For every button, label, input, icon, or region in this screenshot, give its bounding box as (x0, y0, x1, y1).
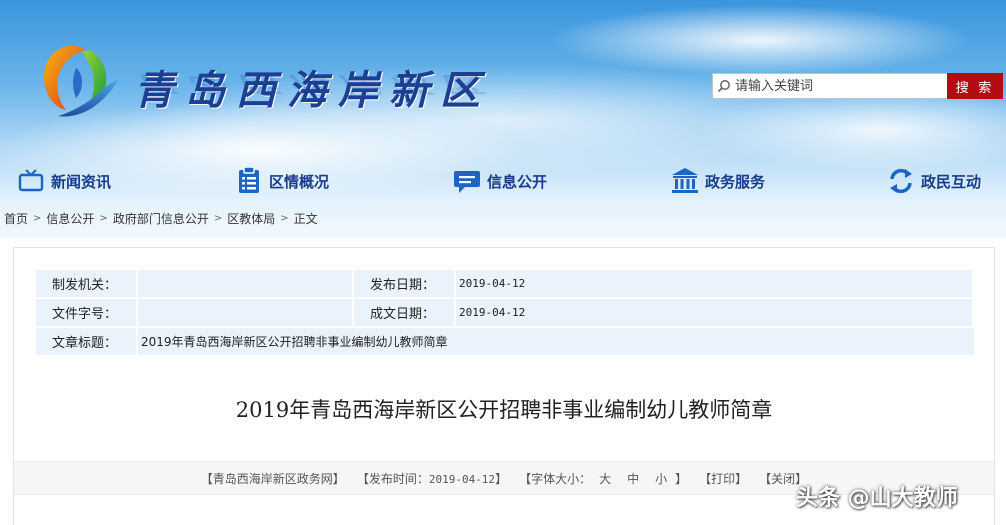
header-banner: 青岛西海岸新区 青岛西海岸新区 搜 索 (0, 0, 1006, 238)
chat-bubble-icon (453, 167, 481, 195)
breadcrumb-separator: > (33, 212, 42, 224)
breadcrumb-current: 正文 (293, 211, 318, 226)
doc-number-label: 文件字号： (36, 299, 136, 326)
document-meta-table: 制发机关： 发布日期： 2019-04-12 文件字号： 成文日期： 2019-… (36, 270, 974, 357)
publish-time: 【发布时间：2019-04-12】 (357, 470, 507, 487)
print-button[interactable]: 【打印】 (699, 470, 747, 487)
nav-label: 政务服务 (705, 172, 766, 191)
breadcrumb-separator: > (99, 212, 108, 224)
government-building-icon (671, 167, 699, 195)
issuer-label: 制发机关： (36, 270, 136, 297)
nav-label: 信息公开 (487, 172, 548, 191)
publish-date-value: 2019-04-12 (456, 270, 972, 297)
written-date-label: 成文日期： (354, 299, 454, 326)
font-size-large[interactable]: 大 (599, 472, 611, 486)
breadcrumb-info-disclosure[interactable]: 信息公开 (46, 210, 94, 227)
nav-label: 政民互动 (921, 172, 982, 191)
font-size-control: 【字体大小： 大 中 小】 (519, 470, 687, 487)
refresh-arrows-icon (887, 167, 915, 195)
search-button[interactable]: 搜 索 (947, 73, 1003, 99)
font-size-prefix: 【字体大小： (519, 471, 592, 486)
font-size-small[interactable]: 小 (655, 472, 667, 486)
doc-number-value (138, 299, 352, 326)
article-title: 2019年青岛西海岸新区公开招聘非事业编制幼儿教师简章 (235, 398, 773, 422)
breadcrumb-department-disclosure[interactable]: 政府部门信息公开 (113, 210, 209, 227)
publish-time-suffix: 】 (495, 471, 508, 486)
breadcrumb-separator: > (280, 212, 289, 224)
nav-item-public-interaction[interactable]: 政民互动 (887, 160, 981, 202)
nav-item-government-services[interactable]: 政务服务 (671, 160, 765, 202)
article-title-value: 2019年青岛西海岸新区公开招聘非事业编制幼儿教师简章 (138, 328, 974, 355)
nav-item-news[interactable]: 新闻资讯 (17, 160, 111, 202)
search-input[interactable] (735, 75, 943, 97)
site-logo[interactable] (38, 38, 124, 122)
watermark: 头条 @山大教师 (796, 486, 958, 511)
font-size-medium[interactable]: 中 (627, 472, 639, 486)
nav-label: 新闻资讯 (51, 172, 112, 191)
nav-item-info-disclosure[interactable]: 信息公开 (453, 160, 547, 202)
meta-row: 制发机关： 发布日期： 2019-04-12 (36, 270, 974, 299)
article-title-label: 文章标题： (36, 328, 136, 355)
font-size-suffix: 】 (675, 471, 688, 486)
breadcrumb-education-bureau[interactable]: 区教体局 (227, 210, 275, 227)
issuer-value (138, 270, 352, 297)
main-nav: 新闻资讯 区情概况 信息公开 政务服务 政民互动 (0, 160, 1006, 202)
site-title-reflection: 青岛西海岸新区 (134, 71, 491, 98)
document-list-icon (235, 167, 263, 195)
publish-time-value: 2019-04-12 (428, 472, 496, 486)
search-box (712, 73, 948, 99)
breadcrumb-home[interactable]: 首页 (4, 210, 28, 227)
publish-time-prefix: 【发布时间： (356, 471, 429, 486)
breadcrumb-separator: > (213, 212, 223, 224)
nav-item-district-overview[interactable]: 区情概况 (235, 160, 329, 202)
meta-row: 文件字号： 成文日期： 2019-04-12 (36, 299, 974, 328)
search-icon (713, 74, 735, 98)
publish-date-label: 发布日期： (354, 270, 454, 297)
written-date-value: 2019-04-12 (456, 299, 972, 326)
meta-row: 文章标题： 2019年青岛西海岸新区公开招聘非事业编制幼儿教师简章 (36, 328, 974, 357)
tv-icon (17, 167, 45, 195)
source-link[interactable]: 【青岛西海岸新区政务网】 (201, 470, 345, 487)
nav-label: 区情概况 (269, 172, 330, 191)
breadcrumb: 首页 > 信息公开 > 政府部门信息公开 > 区教体局 > 正文 (4, 210, 318, 226)
